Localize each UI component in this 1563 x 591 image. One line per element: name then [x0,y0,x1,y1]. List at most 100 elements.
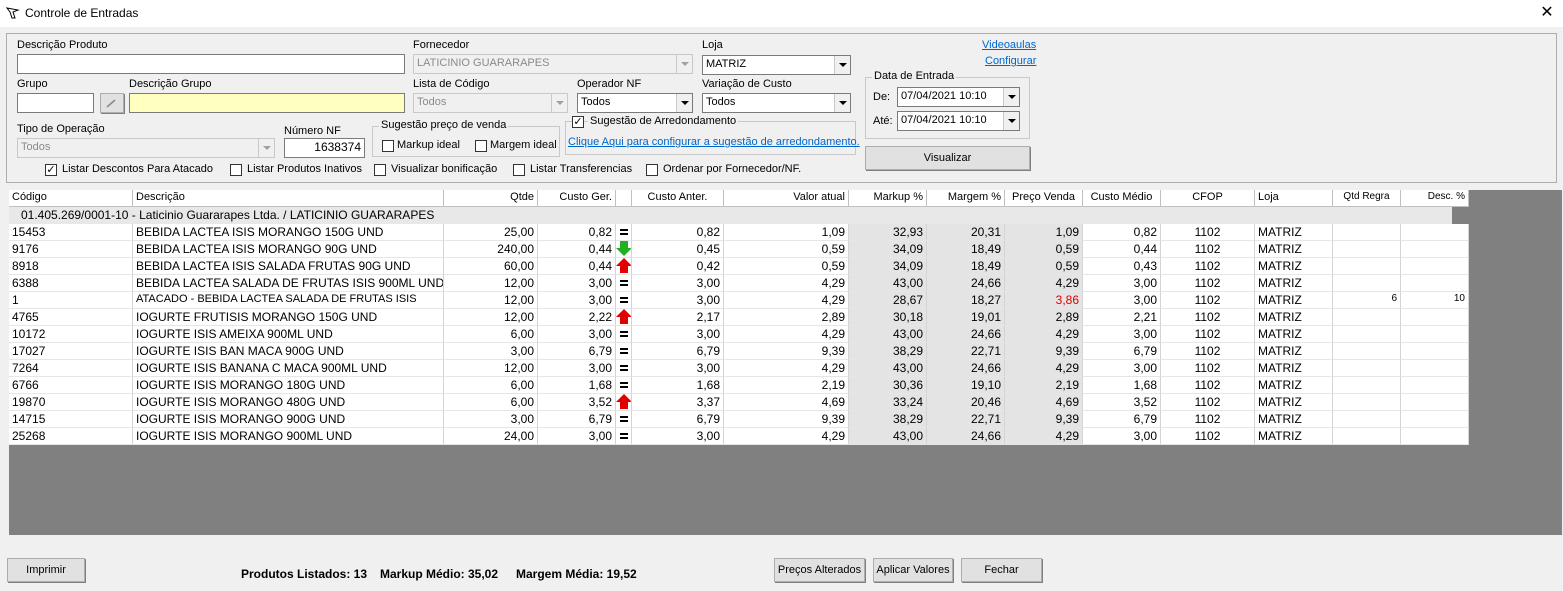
table-row[interactable]: 1 ATACADO - BEBIDA LACTEA SALADA DE FRUTA… [9,292,1469,309]
cell-preco: 3,86 [1005,292,1083,309]
loja-select[interactable]: MATRIZ [702,55,851,75]
cell-ind [616,224,632,241]
cell-markup: 43,00 [849,326,927,343]
cell-descricao: BEBIDA LACTEA ISIS SALADA FRUTAS 90G UND [133,258,444,275]
data-ate-picker[interactable]: 07/04/2021 10:10 [897,111,1020,131]
cell-descricao: IOGURTE ISIS MORANGO 900G UND [133,411,444,428]
cell-qtde: 240,00 [444,241,538,258]
aplicar-valores-button[interactable]: Aplicar Valores [873,558,953,582]
fechar-button[interactable]: Fechar [961,558,1042,582]
table-row[interactable]: 17027 IOGURTE ISIS BAN MACA 900G UND 3,00 6… [9,343,1469,360]
cell-margem: 22,71 [927,343,1005,360]
cell-regra [1333,394,1401,411]
column-header[interactable]: Valor atual [724,190,849,207]
data-de-picker[interactable]: 07/04/2021 10:10 [897,87,1020,107]
cell-custo-ger: 3,00 [538,275,616,292]
produtos-listados: Produtos Listados: 13 [241,567,368,581]
imprimir-button[interactable]: Imprimir [7,558,85,582]
cell-qtde: 6,00 [444,394,538,411]
column-header[interactable]: Preço Venda [1005,190,1083,207]
cell-margem: 18,49 [927,258,1005,275]
column-header[interactable]: CFOP [1161,190,1255,207]
descricao-produto-input[interactable] [17,54,405,74]
table-row[interactable]: 6388 BEBIDA LACTEA SALADA DE FRUTAS ISIS … [9,275,1469,292]
cell-medio: 3,00 [1083,275,1161,292]
arredondamento-config-link[interactable]: Clique Aqui para configurar a sugestão d… [568,136,860,148]
column-header[interactable]: Descrição [133,190,444,207]
cell-qtde: 6,00 [444,377,538,394]
numero-nf-input[interactable]: 1638374 [284,138,365,158]
cell-codigo: 1 [9,292,133,309]
column-header[interactable]: Custo Anter. [632,190,724,207]
cell-cfop: 1102 [1161,241,1255,258]
cell-loja: MATRIZ [1255,360,1333,377]
table-row[interactable]: 15453 BEBIDA LACTEA ISIS MORANGO 150G UND… [9,224,1469,241]
cell-regra: 6 [1333,292,1401,309]
grupo-input[interactable] [17,93,94,113]
transferencias-checkbox[interactable] [513,164,525,176]
markup-ideal-checkbox[interactable] [382,140,394,152]
precos-alterados-button[interactable]: Preços Alterados [774,558,865,582]
table-row[interactable]: 7264 IOGURTE ISIS BANANA C MACA 900ML UND… [9,360,1469,377]
cell-cfop: 1102 [1161,343,1255,360]
supplier-group-row[interactable]: 01.405.269/0001-10 - Laticinio Guararape… [9,207,1452,224]
column-header[interactable]: Markup % [849,190,927,207]
cell-codigo: 9176 [9,241,133,258]
cell-custo-ant: 3,00 [632,292,724,309]
ordenar-checkbox[interactable] [646,164,658,176]
cell-ind [616,343,632,360]
bonificacao-checkbox[interactable] [374,164,386,176]
fornecedor-select[interactable]: LATICINIO GUARARAPES [413,54,693,74]
visualizar-button[interactable]: Visualizar [865,146,1030,170]
loja-label: Loja [702,39,723,51]
tipo-operacao-select[interactable]: Todos [17,138,275,158]
column-header[interactable]: Margem % [927,190,1005,207]
cell-ind [616,275,632,292]
cell-valor: 0,59 [724,258,849,275]
produtos-inativos-checkbox[interactable] [230,164,242,176]
table-row[interactable]: 6766 IOGURTE ISIS MORANGO 180G UND 6,00 1,6… [9,377,1469,394]
table-row[interactable]: 19870 IOGURTE ISIS MORANGO 480G UND 6,00 3,… [9,394,1469,411]
cell-custo-ant: 3,00 [632,428,724,445]
column-header[interactable] [616,190,632,207]
cell-custo-ant: 3,00 [632,360,724,377]
tipo-operacao-label: Tipo de Operação [17,123,105,135]
cell-medio: 0,43 [1083,258,1161,275]
column-header[interactable]: Código [9,190,133,207]
chevron-down-icon [1003,88,1019,106]
column-header[interactable]: Custo Ger. [538,190,616,207]
table-row[interactable]: 25268 IOGURTE ISIS MORANGO 900ML UND 24,00… [9,428,1469,445]
descricao-grupo-input[interactable] [129,93,405,113]
cell-cfop: 1102 [1161,258,1255,275]
variacao-custo-select[interactable]: Todos [702,93,851,113]
table-row[interactable]: 14715 IOGURTE ISIS MORANGO 900G UND 3,00 6,… [9,411,1469,428]
table-row[interactable]: 4765 IOGURTE FRUTISIS MORANGO 150G UND 12,… [9,309,1469,326]
column-header[interactable]: Qtde [444,190,538,207]
close-icon[interactable]: ✕ [1537,3,1557,23]
cell-descricao: IOGURTE ISIS AMEIXA 900ML UND [133,326,444,343]
table-row[interactable]: 10172 IOGURTE ISIS AMEIXA 900ML UND 6,00 3,… [9,326,1469,343]
table-row[interactable]: 8918 BEBIDA LACTEA ISIS SALADA FRUTAS 90G… [9,258,1469,275]
cell-custo-ant: 6,79 [632,343,724,360]
column-header[interactable]: Desc. % [1401,190,1469,207]
cell-custo-ant: 3,00 [632,326,724,343]
cell-qtde: 12,00 [444,292,538,309]
cell-valor: 4,29 [724,360,849,377]
operador-nf-select[interactable]: Todos [577,93,693,113]
column-header[interactable]: Loja [1255,190,1333,207]
cell-custo-ger: 3,00 [538,326,616,343]
column-header[interactable]: Custo Médio [1083,190,1161,207]
equal-icon [619,433,628,439]
descontos-atacado-checkbox[interactable]: ✓ [45,164,57,176]
cell-cfop: 1102 [1161,275,1255,292]
table-row[interactable]: 9176 BEBIDA LACTEA ISIS MORANGO 90G UND 24… [9,241,1469,258]
products-grid[interactable]: Código Descrição Qtde Custo Ger. Custo Anter… [9,190,1562,535]
column-header[interactable]: Qtd Regra [1333,190,1401,207]
arredondamento-checkbox[interactable]: ✓ [572,116,584,128]
videoaulas-link[interactable]: Videoaulas [982,39,1036,51]
margem-ideal-checkbox[interactable] [475,140,487,152]
lista-codigo-select[interactable]: Todos [413,93,568,113]
grupo-lookup-button[interactable] [100,93,124,113]
cell-desc [1401,258,1469,275]
configurar-link[interactable]: Configurar [985,55,1036,67]
